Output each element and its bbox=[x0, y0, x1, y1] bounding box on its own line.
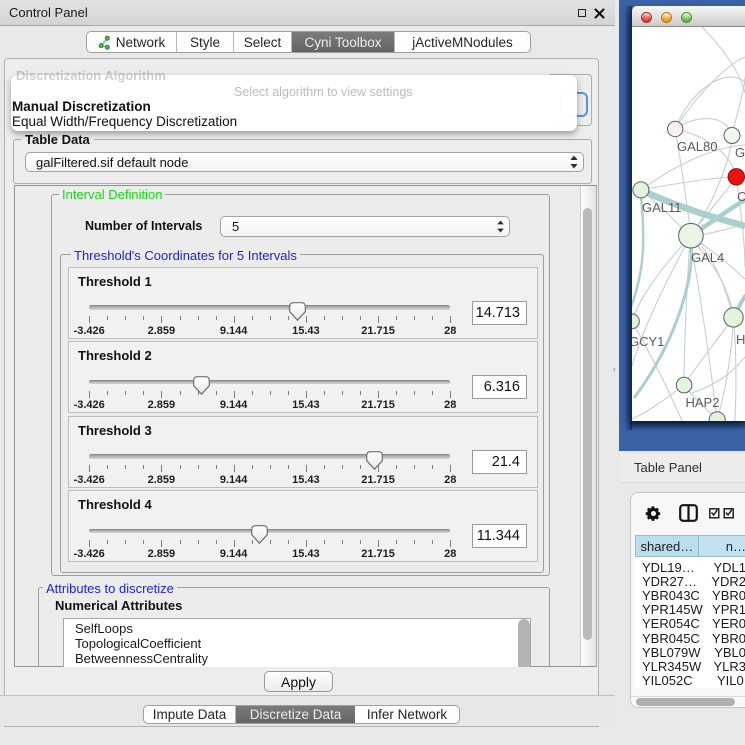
svg-text:CYC1: CYC1 bbox=[737, 189, 745, 204]
svg-text:GAL2: GAL2 bbox=[735, 145, 745, 160]
svg-text:HIS4: HIS4 bbox=[736, 332, 745, 347]
svg-text:HAP2: HAP2 bbox=[686, 395, 720, 410]
svg-text:GAL11: GAL11 bbox=[642, 200, 682, 215]
svg-text:GAL80: GAL80 bbox=[677, 139, 717, 154]
svg-text:GCY1: GCY1 bbox=[632, 334, 664, 349]
svg-text:GAL4: GAL4 bbox=[691, 250, 724, 265]
